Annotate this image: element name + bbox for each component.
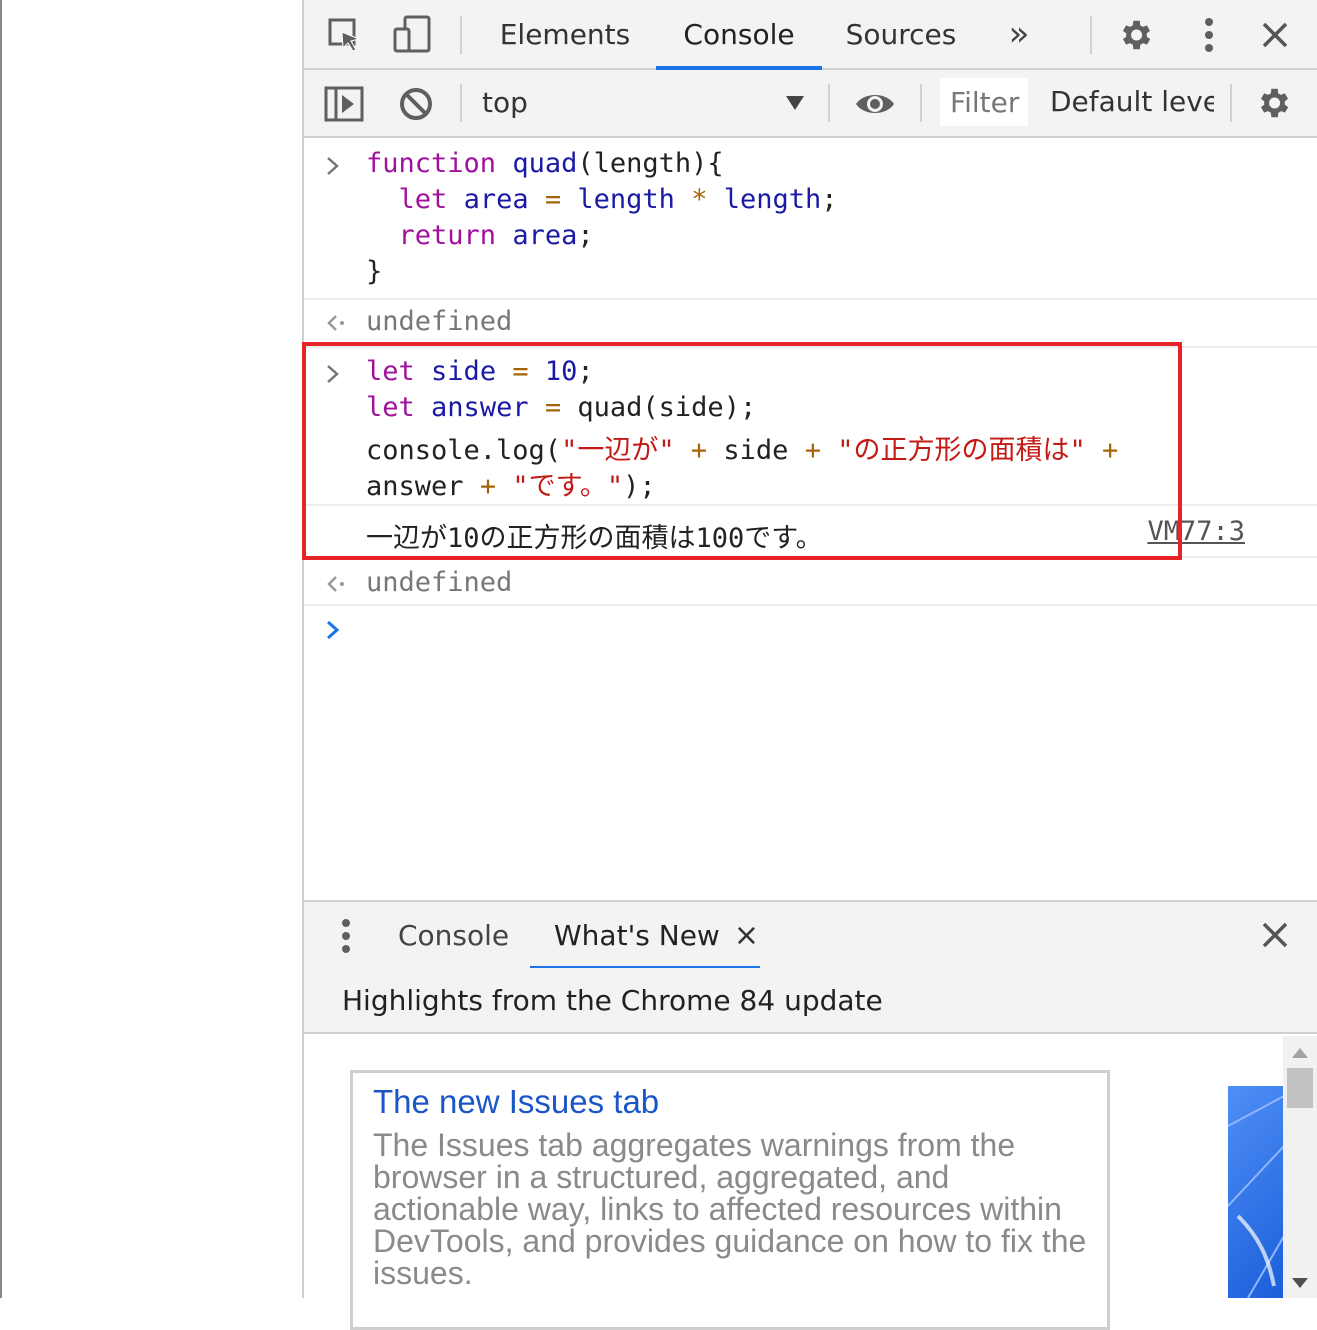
console-settings-gear-icon[interactable] <box>1252 82 1294 124</box>
close-tab-icon[interactable]: × <box>734 918 759 953</box>
log-level-dropdown[interactable]: Default levels <box>1048 70 1214 136</box>
scroll-up-icon[interactable] <box>1292 1048 1308 1058</box>
separator <box>460 16 462 54</box>
highlight-annotation-box <box>302 342 1182 560</box>
drawer-tab-console[interactable]: Console <box>398 902 509 968</box>
scrollbar[interactable] <box>1283 1036 1317 1298</box>
scroll-down-icon[interactable] <box>1292 1278 1308 1288</box>
whats-new-header: Highlights from the Chrome 84 update <box>304 968 1317 1034</box>
input-prompt-icon <box>327 157 339 175</box>
code-line: let area = length * length; <box>398 184 838 215</box>
settings-gear-icon[interactable] <box>1114 14 1156 56</box>
live-expression-eye-icon[interactable] <box>850 82 900 126</box>
close-devtools-icon[interactable] <box>1254 14 1296 56</box>
feature-card[interactable]: The new Issues tab The Issues tab aggreg… <box>350 1070 1110 1330</box>
separator <box>460 84 462 122</box>
devtools-panel: Elements Console Sources » top Filter De… <box>302 0 1317 1330</box>
card-description: The Issues tab aggregates warnings from … <box>373 1127 1087 1291</box>
scrollbar-thumb[interactable] <box>1287 1068 1313 1108</box>
drawer-menu-icon[interactable] <box>334 916 358 956</box>
console-input-prompt-icon[interactable] <box>326 620 340 640</box>
return-arrow-icon <box>327 315 344 331</box>
tab-elements[interactable]: Elements <box>490 0 640 68</box>
sidebar-toggle-icon[interactable] <box>322 82 366 126</box>
separator <box>1230 84 1232 122</box>
divider <box>304 604 1317 606</box>
tab-sources[interactable]: Sources <box>836 0 966 68</box>
code-line: return area; <box>398 220 594 251</box>
devtools-tab-bar: Elements Console Sources » <box>304 0 1317 70</box>
whats-new-content[interactable]: The new Issues tab The Issues tab aggreg… <box>304 1036 1317 1330</box>
context-selector[interactable]: top <box>482 70 804 136</box>
tab-console[interactable]: Console <box>656 0 822 70</box>
filter-input[interactable]: Filter <box>940 78 1028 126</box>
separator <box>1090 16 1092 54</box>
dropdown-arrow-icon <box>786 96 804 110</box>
drawer-tab-bar: Console What's New × <box>304 900 1317 970</box>
result-value: undefined <box>366 567 513 598</box>
page-viewport <box>0 0 302 1298</box>
drawer-tab-whats-new[interactable]: What's New × <box>530 902 760 970</box>
clear-console-icon[interactable] <box>394 82 438 126</box>
console-toolbar: top Filter Default levels <box>304 70 1317 138</box>
card-title[interactable]: The new Issues tab <box>373 1083 1087 1121</box>
device-toolbar-icon[interactable] <box>392 14 434 56</box>
card-illustration <box>1228 1086 1284 1298</box>
console-messages[interactable]: function quad(length){ let area = length… <box>302 138 1317 898</box>
code-line: } <box>366 256 383 287</box>
separator <box>920 84 922 122</box>
divider <box>304 298 1317 300</box>
result-value: undefined <box>366 306 513 337</box>
inspect-element-icon[interactable] <box>324 14 366 56</box>
separator <box>828 84 830 122</box>
code-line: function quad(length){ <box>366 148 724 179</box>
context-value: top <box>482 86 528 119</box>
more-tabs-icon[interactable]: » <box>994 0 1044 68</box>
close-drawer-icon[interactable] <box>1254 914 1296 956</box>
more-options-icon[interactable] <box>1188 14 1230 56</box>
return-arrow-icon <box>327 576 344 592</box>
